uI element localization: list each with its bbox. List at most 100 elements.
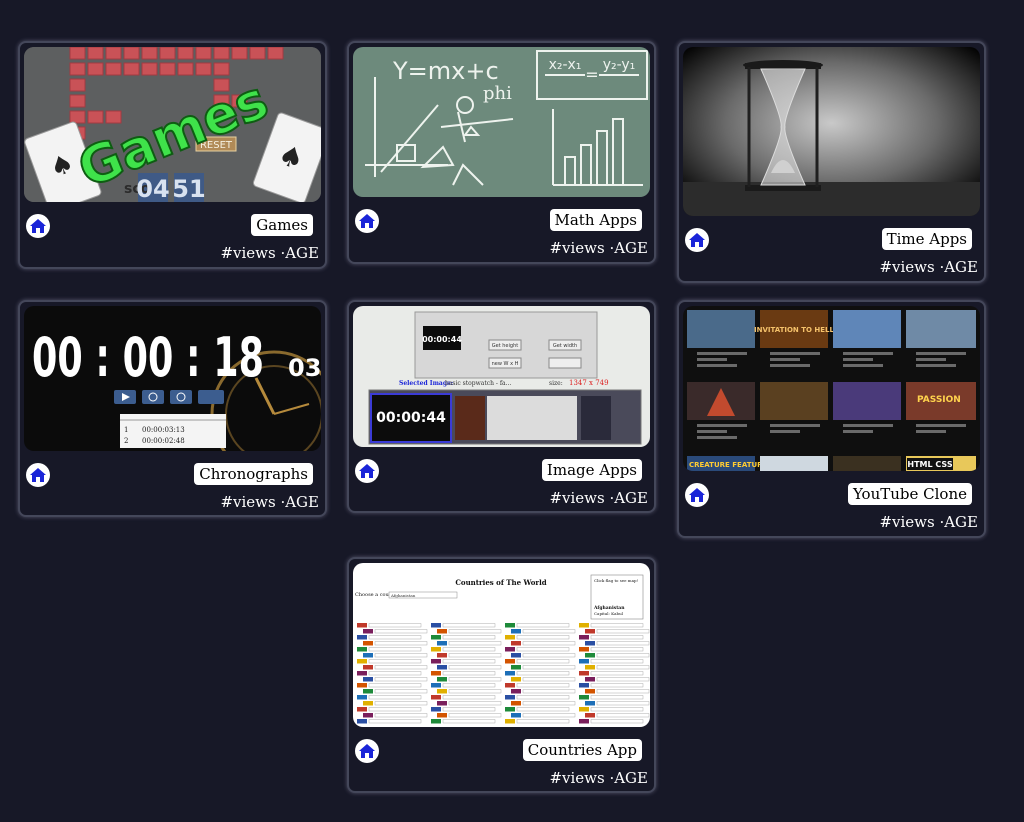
flag-swatch [437,665,447,670]
app-title[interactable]: Time Apps [881,228,972,250]
flag-swatch [363,641,373,646]
views-age: #views ·AGE [220,244,319,262]
flag-swatch [437,713,447,718]
tile-invite: INVITATION TO HELL [754,326,834,334]
btn-width: Get width [553,343,577,349]
eq-slope-right: y₂-y₁ [603,57,636,73]
flag-swatch [585,689,595,694]
flag-swatch [579,719,589,724]
chronographs-thumbnail[interactable]: 00 : 00 : 18 03 00:00:03:13 00:00:02:48 … [24,306,321,451]
flag-swatch [437,701,447,706]
flag-swatch [579,659,589,664]
flag-swatch [363,713,373,718]
flag-swatch [363,701,373,706]
games-thumbnail[interactable]: ♠ ♠ RESET sco 04 51 Games [24,47,321,202]
app-card-countries-app[interactable]: Countries of The World Choose a country:… [347,557,656,793]
views-age: #views ·AGE [549,769,648,787]
lap-2: 00:00:02:48 [142,437,185,445]
flag-swatch [431,671,441,676]
app-title[interactable]: Chronographs [194,463,313,485]
app-card-time-apps[interactable]: Time Apps #views ·AGE [677,41,986,283]
app-card-math-apps[interactable]: Y=mx+c phi x₂-x₁ y₂-y₁ = Math Apps #view… [347,41,656,264]
flag-swatch [511,689,521,694]
views-age: #views ·AGE [879,513,978,531]
flag-swatch [505,659,515,664]
flag-swatch [431,647,441,652]
flag-swatch [363,653,373,658]
svg-text:2: 2 [124,437,128,445]
flag-swatch [357,707,367,712]
btn-height: Get height [492,343,518,349]
capital-value: Capital: Kabul [594,611,624,616]
flag-swatch [431,695,441,700]
flag-swatch [511,677,521,682]
flag-swatch [585,713,595,718]
flag-swatch [585,641,595,646]
flag-swatch [437,653,447,658]
flag-swatch [511,701,521,706]
views-age: #views ·AGE [220,493,319,511]
flag-swatch [585,677,595,682]
youtube-clone-thumbnail[interactable]: INVITATION TO HELL PASSION CREATURE FEAT… [683,306,980,471]
mini-clock: 00:00:44 [422,335,462,344]
app-title[interactable]: Image Apps [541,459,642,481]
flag-swatch [363,629,373,634]
app-title[interactable]: Math Apps [549,209,642,231]
app-card-image-apps[interactable]: 00:00:44 Get height Get width new W x H … [347,300,656,513]
views-age: #views ·AGE [549,489,648,507]
flag-swatch [511,653,521,658]
math-apps-thumbnail[interactable]: Y=mx+c phi x₂-x₁ y₂-y₁ = [353,47,650,197]
app-title[interactable]: YouTube Clone [847,483,972,505]
home-icon[interactable] [355,739,379,763]
app-title[interactable]: Games [251,214,313,236]
flag-swatch [505,647,515,652]
flag-hint: Click flag to see map! [594,578,639,583]
flag-swatch [585,629,595,634]
home-icon[interactable] [355,459,379,483]
flag-swatch [437,629,447,634]
flag-swatch [585,665,595,670]
flag-swatch [505,707,515,712]
home-icon[interactable] [355,209,379,233]
flag-swatch [357,683,367,688]
flag-swatch [505,683,515,688]
flag-swatch [431,623,441,628]
eq-phi: phi [483,83,512,104]
svg-text:1: 1 [124,426,128,434]
flag-swatch [357,671,367,676]
flag-swatch [579,671,589,676]
eq-main: Y=mx+c [392,57,499,85]
flag-swatch [431,635,441,640]
flag-swatch [357,623,367,628]
page-title: Countries of The World [455,578,546,587]
score-right: 51 [172,175,205,202]
flag-swatch [505,635,515,640]
flag-swatch [505,623,515,628]
svg-text:=: = [585,65,598,84]
flag-swatch [357,719,367,724]
home-icon[interactable] [685,483,709,507]
eq-slope-left: x₂-x₁ [549,57,582,73]
flag-swatch [431,659,441,664]
tile-creature: CREATURE FEATURES [689,461,772,469]
flag-swatch [579,707,589,712]
flag-swatch [505,671,515,676]
tile-html: HTML CSS [907,460,952,469]
home-icon[interactable] [685,228,709,252]
image-apps-thumbnail[interactable]: 00:00:44 Get height Get width new W x H … [353,306,650,447]
flag-swatch [579,695,589,700]
time-apps-thumbnail[interactable] [683,47,980,216]
app-card-youtube-clone[interactable]: INVITATION TO HELL PASSION CREATURE FEAT… [677,300,986,538]
flag-swatch [585,701,595,706]
selected-value: basic stopwatch - fa... [445,380,511,387]
flag-swatch [431,719,441,724]
home-icon[interactable] [26,463,50,487]
app-card-games[interactable]: ♠ ♠ RESET sco 04 51 Games Games #views ·… [18,41,327,269]
flag-swatch [579,647,589,652]
countries-app-thumbnail[interactable]: Countries of The World Choose a country:… [353,563,650,727]
home-icon[interactable] [26,214,50,238]
app-card-chronographs[interactable]: 00 : 00 : 18 03 00:00:03:13 00:00:02:48 … [18,300,327,517]
app-title[interactable]: Countries App [522,739,642,761]
flag-swatch [579,683,589,688]
size-label: size: [549,380,563,387]
